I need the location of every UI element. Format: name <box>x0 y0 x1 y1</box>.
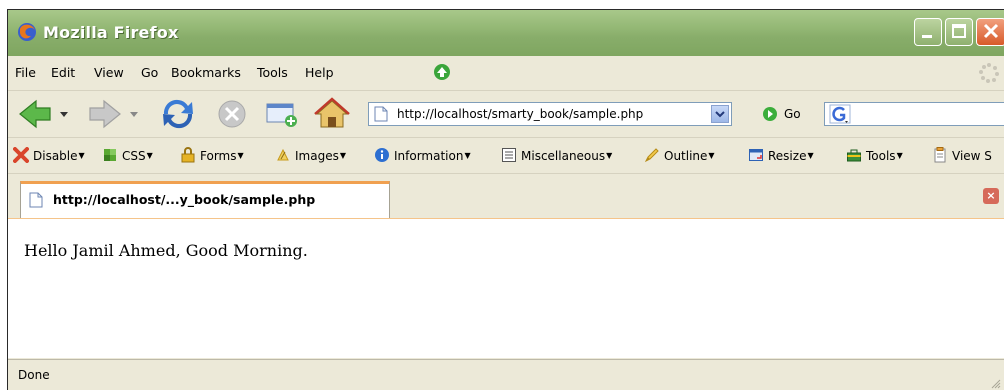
back-button[interactable] <box>16 96 74 132</box>
minimize-icon <box>922 35 932 38</box>
dev-resize-menu[interactable]: Resize▼ <box>748 147 814 163</box>
dev-miscellaneous-menu[interactable]: Miscellaneous▼ <box>501 147 612 163</box>
dev-tools-menu[interactable]: Tools▼ <box>846 147 903 163</box>
css-icon <box>104 149 116 161</box>
dev-resize-label: Resize <box>768 149 807 163</box>
reload-icon <box>163 99 193 129</box>
dev-view-source-menu[interactable]: View S <box>932 147 992 163</box>
search-input[interactable] <box>824 102 1004 126</box>
dev-images-menu[interactable]: Images▼ <box>275 147 346 163</box>
pencil-icon <box>644 148 659 163</box>
dev-tools-label: Tools <box>866 149 896 163</box>
disable-icon <box>13 147 29 163</box>
dev-disable-label: Disable <box>33 149 78 163</box>
view-source-icon <box>934 147 946 163</box>
url-text[interactable]: http://localhost/smarty_book/sample.php <box>397 107 643 121</box>
screenshot-frame: Mozilla Firefox File Edit View Go Bookma… <box>0 0 1004 390</box>
dev-outline-menu[interactable]: Outline▼ <box>644 147 715 163</box>
lock-icon <box>181 147 195 163</box>
home-button[interactable] <box>312 96 352 132</box>
close-icon <box>983 23 999 39</box>
minimize-button[interactable] <box>914 18 942 46</box>
dev-information-label: Information <box>394 149 464 163</box>
close-tab-button[interactable]: × <box>983 188 999 204</box>
go-button[interactable]: Go <box>784 107 801 121</box>
page-icon <box>29 192 43 208</box>
dev-disable-menu[interactable]: Disable▼ <box>13 147 85 163</box>
back-dropdown-icon <box>60 112 68 117</box>
dev-outline-label: Outline <box>664 149 708 163</box>
back-arrow-icon <box>19 99 51 129</box>
web-developer-toolbar: Disable▼ CSS▼ Forms▼ Images▼ Information… <box>8 138 1004 174</box>
forward-button[interactable] <box>86 96 146 132</box>
url-bar[interactable]: http://localhost/smarty_book/sample.php <box>368 102 732 126</box>
tab-label: http://localhost/...y_book/sample.php <box>53 192 316 207</box>
dev-forms-menu[interactable]: Forms▼ <box>180 147 244 163</box>
tab-strip: http://localhost/...y_book/sample.php × <box>8 174 1004 220</box>
information-icon <box>375 148 389 162</box>
menu-view[interactable]: View <box>94 65 124 80</box>
new-window-button[interactable] <box>262 96 302 132</box>
forward-arrow-icon <box>89 99 121 129</box>
images-icon <box>277 148 289 161</box>
status-text: Done <box>18 368 50 382</box>
stop-icon <box>218 100 246 128</box>
maximize-button[interactable] <box>945 18 973 46</box>
reload-button[interactable] <box>158 96 198 132</box>
browser-window: Mozilla Firefox File Edit View Go Bookma… <box>7 9 1004 390</box>
resize-grip-icon[interactable] <box>991 379 1001 389</box>
update-arrow-icon[interactable] <box>433 63 451 81</box>
dev-view-source-label: View S <box>952 149 992 163</box>
home-icon <box>314 97 350 128</box>
status-bar: Done <box>8 359 1004 390</box>
list-icon <box>502 148 516 162</box>
page-greeting: Hello Jamil Ahmed, Good Morning. <box>24 241 308 260</box>
menu-go[interactable]: Go <box>141 65 158 80</box>
forward-dropdown-icon <box>130 112 138 117</box>
stop-button[interactable] <box>214 96 250 132</box>
menu-edit[interactable]: Edit <box>51 65 75 80</box>
menu-file[interactable]: File <box>15 65 36 80</box>
dev-images-label: Images <box>295 149 339 163</box>
dev-information-menu[interactable]: Information▼ <box>374 147 471 163</box>
menu-bar: File Edit View Go Bookmarks Tools Help <box>8 56 1004 91</box>
firefox-logo-icon <box>18 23 36 41</box>
toolbox-icon <box>847 149 861 162</box>
resize-icon <box>749 149 763 161</box>
page-icon <box>374 106 388 122</box>
close-window-button[interactable] <box>976 18 1004 46</box>
navigation-toolbar: http://localhost/smarty_book/sample.php … <box>8 91 1004 138</box>
url-history-dropdown[interactable] <box>711 105 729 123</box>
go-arrow-icon[interactable] <box>762 106 778 122</box>
maximize-icon <box>952 24 966 38</box>
dev-miscellaneous-label: Miscellaneous <box>521 149 606 163</box>
google-search-icon <box>829 104 851 124</box>
dev-css-menu[interactable]: CSS▼ <box>102 147 153 163</box>
chevron-down-icon <box>715 111 725 118</box>
page-content: Hello Jamil Ahmed, Good Morning. <box>8 219 1004 358</box>
close-tab-icon: × <box>986 189 996 202</box>
new-window-icon <box>266 103 297 127</box>
menu-bookmarks[interactable]: Bookmarks <box>171 65 241 80</box>
tab-active[interactable]: http://localhost/...y_book/sample.php <box>20 181 390 218</box>
dev-css-label: CSS <box>122 149 146 163</box>
dev-forms-label: Forms <box>200 149 237 163</box>
menu-tools[interactable]: Tools <box>257 65 288 80</box>
menu-help[interactable]: Help <box>305 65 334 80</box>
title-bar[interactable]: Mozilla Firefox <box>8 10 1004 56</box>
window-title: Mozilla Firefox <box>43 23 179 42</box>
throbber-icon <box>979 63 999 83</box>
